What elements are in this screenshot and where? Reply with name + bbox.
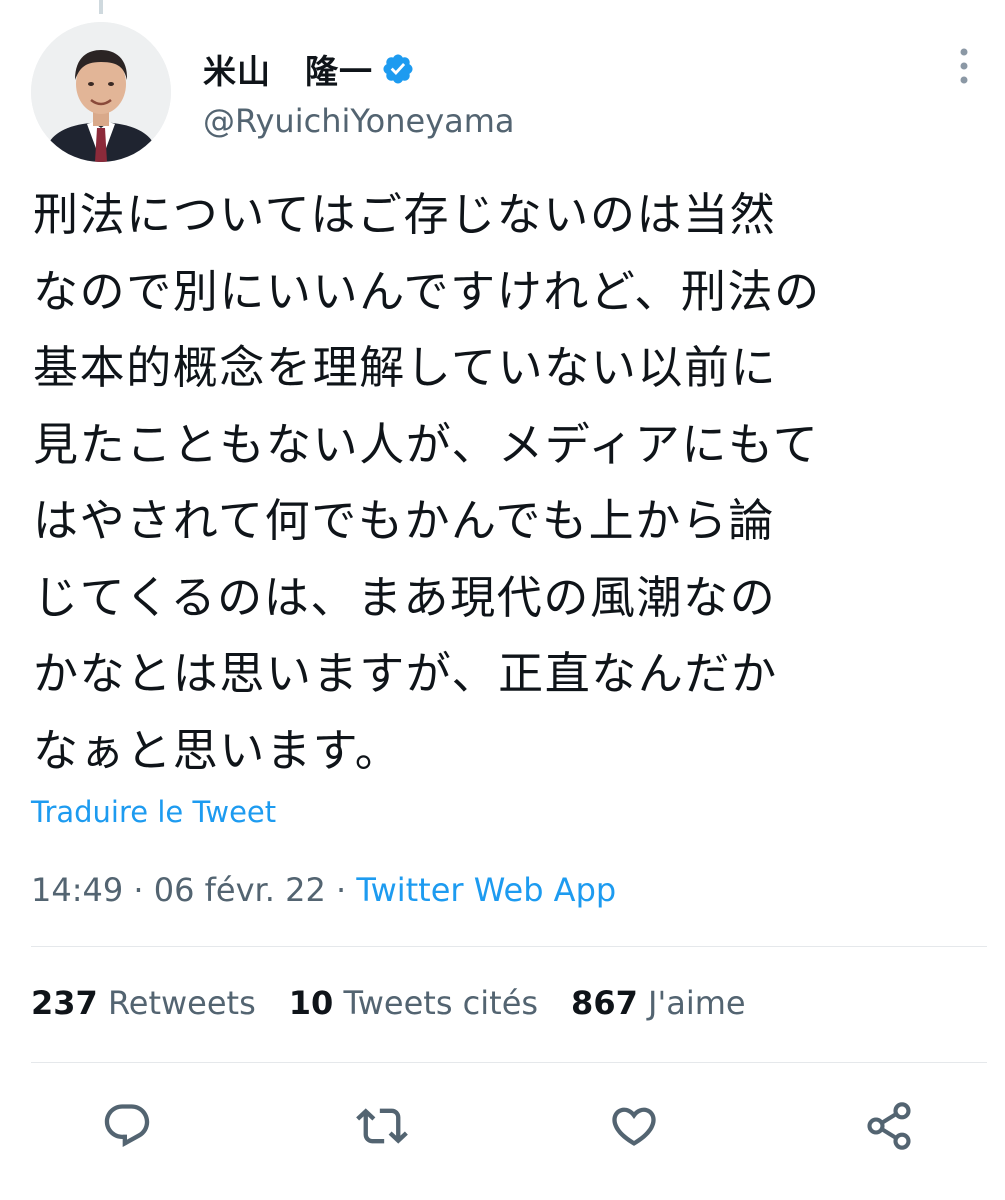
quote-tweets-stat[interactable]: 10 Tweets cités: [289, 984, 538, 1022]
retweets-count: 237: [31, 984, 98, 1022]
tweet-text-line: じてくるのは、まあ現代の風潮なの: [33, 570, 777, 624]
divider: [31, 1062, 987, 1063]
tweet-text-line: 見たこともない人が、メディアにもて: [33, 417, 820, 471]
tweet-source-link[interactable]: Twitter Web App: [356, 871, 616, 909]
likes-stat[interactable]: 867 J'aime: [571, 984, 746, 1022]
tweet-text: 刑法についてはご存じないのは当然 なので別にいいんですけれど、刑法の 基本的概念…: [33, 177, 998, 789]
author-handle[interactable]: @RyuichiYoneyama: [203, 102, 515, 140]
author-name-row[interactable]: 米山 隆一: [203, 44, 415, 94]
likes-label: J'aime: [648, 984, 746, 1022]
more-vertical-icon[interactable]: [951, 44, 977, 88]
tweet-text-line: なので別にいいんですけれど、刑法の: [33, 264, 821, 318]
retweets-stat[interactable]: 237 Retweets: [31, 984, 256, 1022]
meta-separator: ·: [335, 871, 347, 909]
thread-connector-line: [99, 0, 103, 14]
reply-icon[interactable]: [101, 1100, 153, 1152]
tweet-metadata: 14:49 · 06 févr. 22 · Twitter Web App: [31, 871, 616, 909]
likes-count: 867: [571, 984, 638, 1022]
quote-tweets-count: 10: [288, 984, 334, 1022]
tweet-time[interactable]: 14:49: [31, 871, 123, 909]
avatar-portrait-image: [31, 22, 171, 162]
engagement-stats: 237 Retweets 10 Tweets cités 867 J'aime: [31, 984, 779, 1022]
quote-tweets-label: Tweets cités: [343, 984, 539, 1022]
tweet-text-line: はやされて何でもかんでも上から論: [33, 494, 776, 547]
retweet-icon[interactable]: [356, 1100, 408, 1152]
share-icon[interactable]: [863, 1100, 915, 1152]
avatar[interactable]: [31, 22, 171, 162]
tweet-date[interactable]: 06 févr. 22: [154, 871, 326, 909]
retweets-label: Retweets: [107, 984, 256, 1022]
tweet-text-line: 基本的概念を理解していない以前に: [33, 341, 778, 394]
tweet-text-line: かなとは思いますが、正直なんだか: [33, 647, 778, 700]
verified-badge-icon: [383, 54, 413, 84]
author-display-name[interactable]: 米山 隆一: [203, 45, 373, 93]
tweet-text-line: なぁと思います。: [33, 723, 402, 777]
tweet-text-line: 刑法についてはご存じないのは当然: [33, 188, 777, 241]
like-icon[interactable]: [608, 1100, 660, 1152]
divider: [31, 946, 987, 947]
translate-tweet-link[interactable]: Traduire le Tweet: [31, 795, 276, 829]
meta-separator: ·: [133, 871, 144, 909]
